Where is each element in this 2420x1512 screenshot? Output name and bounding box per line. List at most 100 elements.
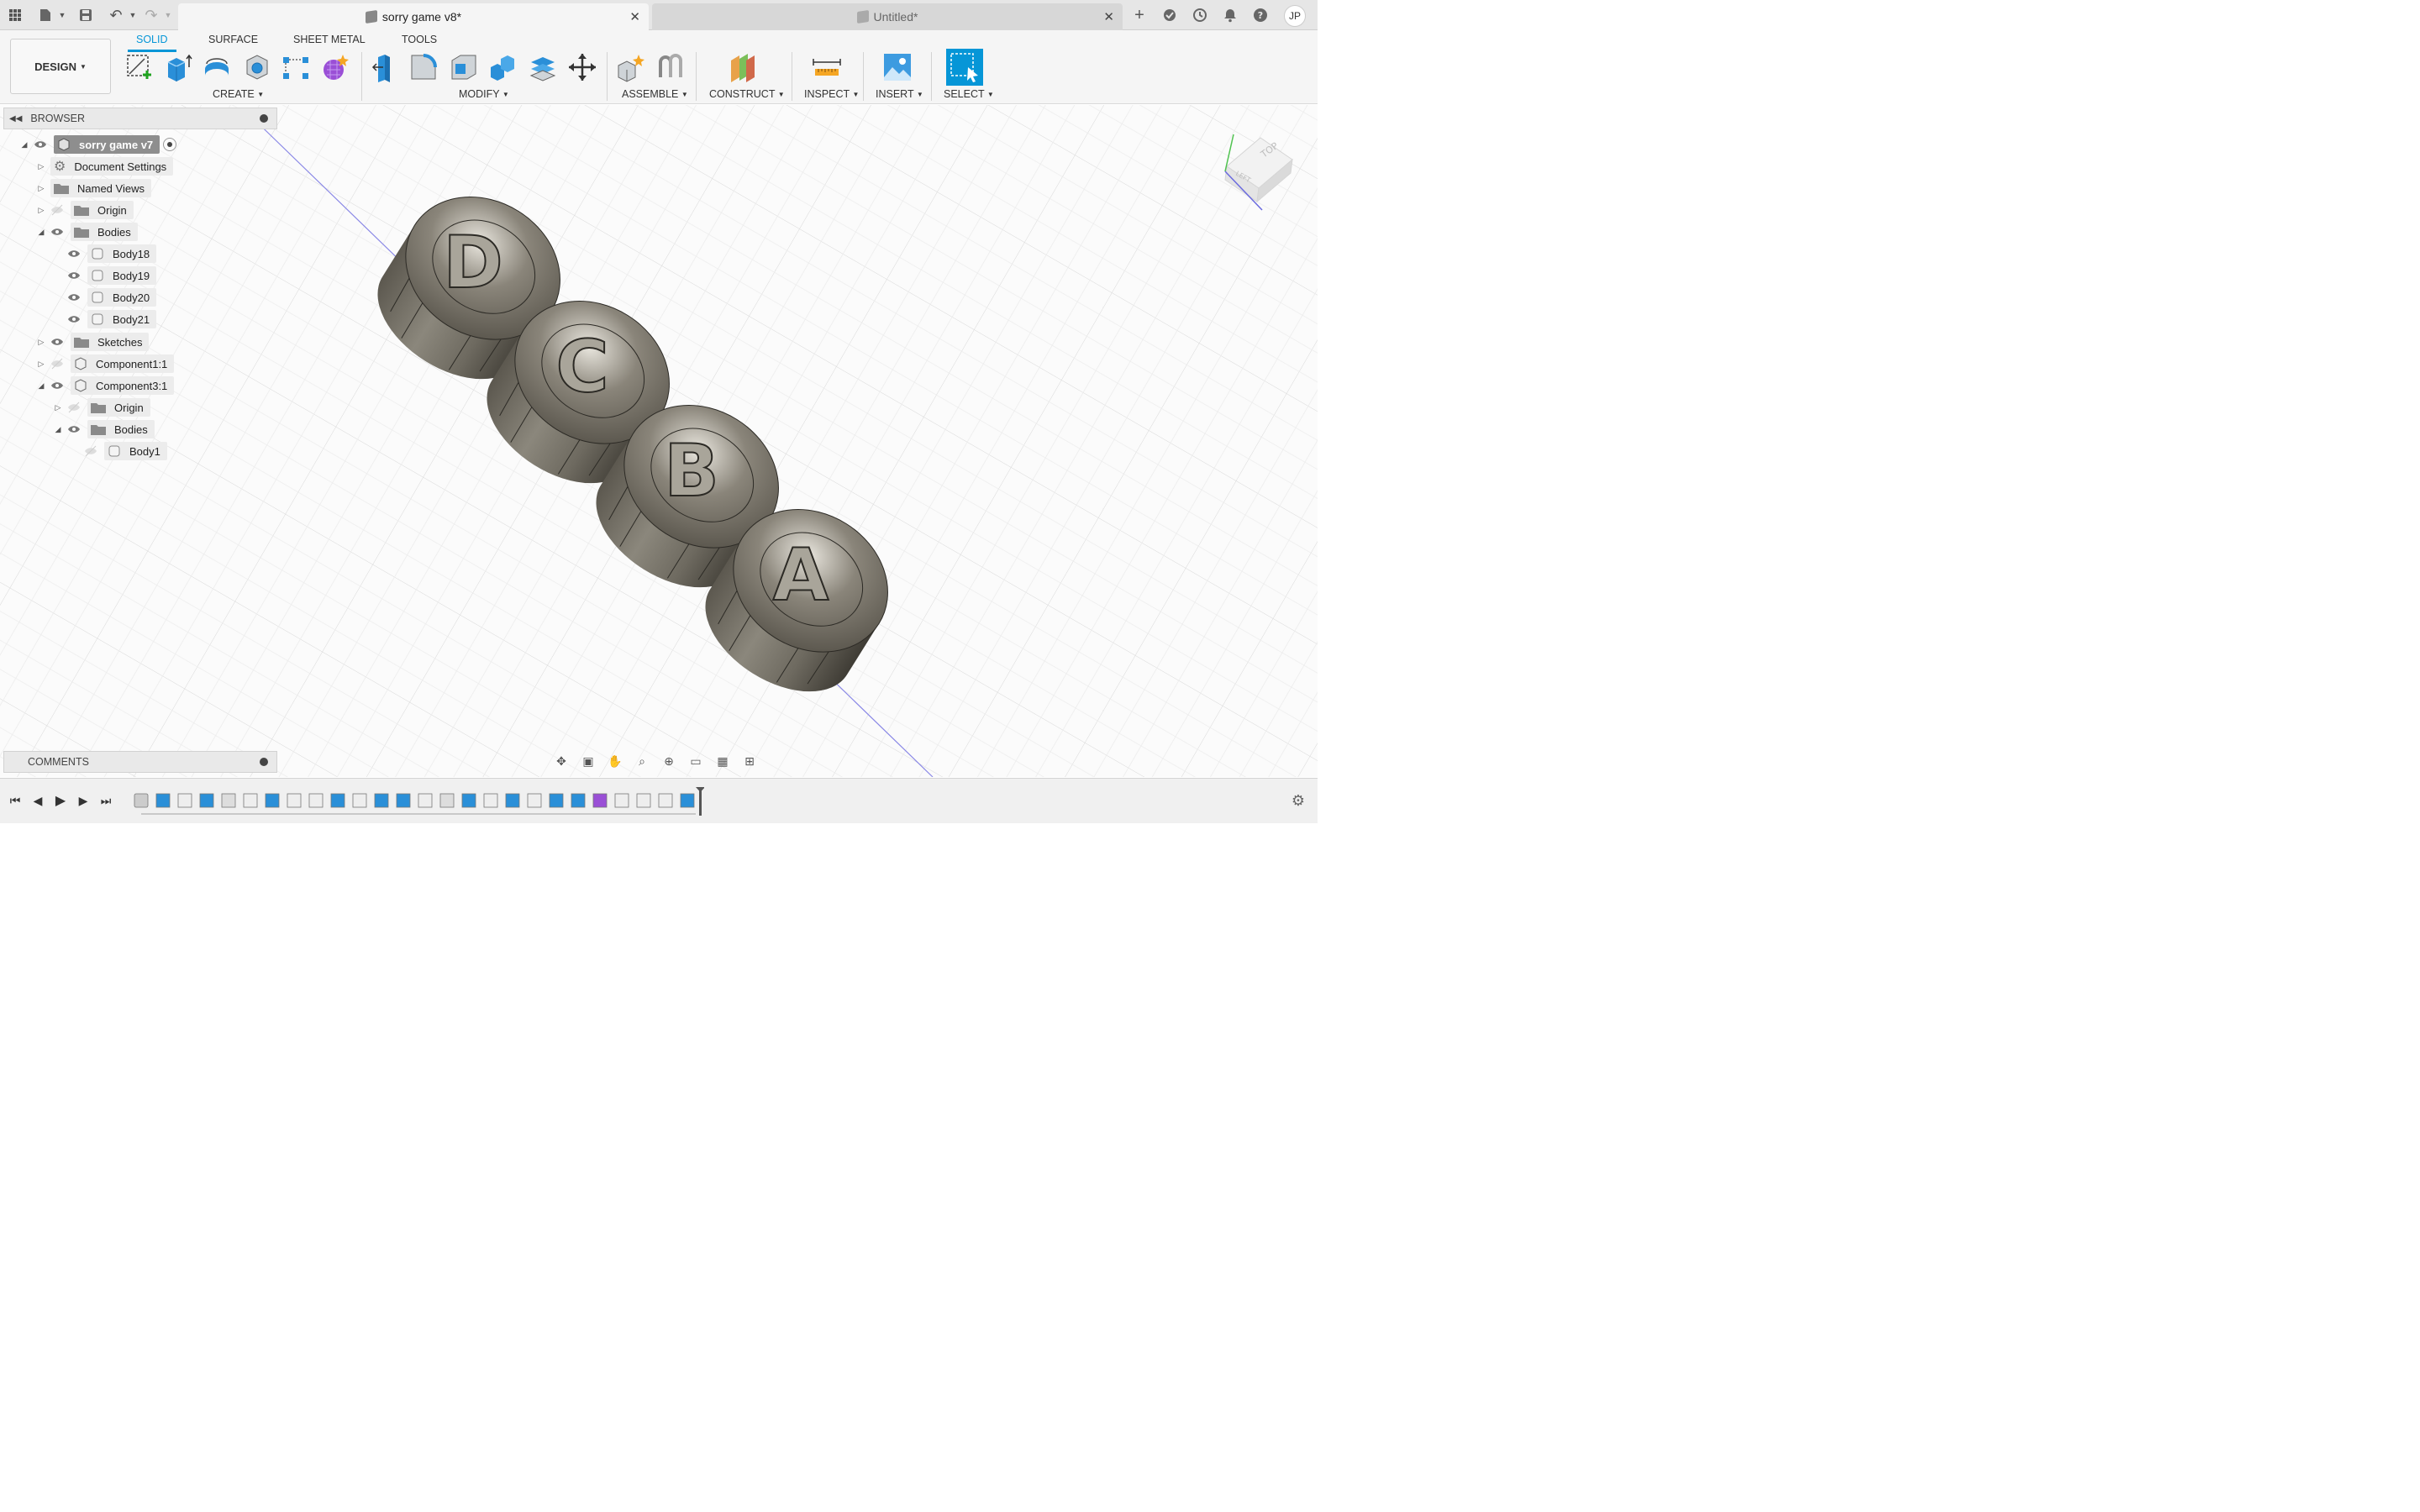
activate-component-icon[interactable] xyxy=(163,138,177,151)
modify-menu[interactable]: MODIFY ▼ xyxy=(459,88,509,100)
press-pull-icon[interactable] xyxy=(370,52,400,82)
extrude-icon[interactable] xyxy=(163,52,193,82)
revolve-icon[interactable] xyxy=(202,52,232,82)
viewports-icon[interactable]: ⊞ xyxy=(738,752,761,770)
collapse-arrow-icon[interactable]: ◢ xyxy=(35,381,47,391)
create-menu[interactable]: CREATE ▼ xyxy=(213,88,264,100)
tree-item-body21[interactable]: Body21 xyxy=(67,310,157,328)
tab-untitled[interactable]: Untitled* ✕ xyxy=(652,3,1123,30)
notifications-bell-icon[interactable] xyxy=(1222,7,1239,24)
grid-settings-icon[interactable]: ▦ xyxy=(711,752,734,770)
eye-hidden-icon[interactable] xyxy=(50,358,66,370)
assemble-menu[interactable]: ASSEMBLE ▼ xyxy=(622,88,688,100)
create-sketch-icon[interactable] xyxy=(124,52,155,82)
offset-face-icon[interactable] xyxy=(528,52,558,82)
tab-sheet-metal[interactable]: SHEET METAL xyxy=(293,34,366,45)
step-back-icon[interactable]: ◀ xyxy=(29,792,46,809)
fillet-icon[interactable] xyxy=(408,52,439,82)
close-icon[interactable]: ✕ xyxy=(629,9,640,24)
eye-icon[interactable] xyxy=(50,380,66,391)
tree-root[interactable]: ◢ sorry game v7 xyxy=(18,135,177,154)
move-copy-icon[interactable] xyxy=(567,52,597,82)
add-comment-icon[interactable] xyxy=(260,758,268,766)
expand-arrow-icon[interactable]: ▷ xyxy=(52,403,64,412)
expand-arrow-icon[interactable]: ▷ xyxy=(35,338,47,347)
zoom-icon[interactable]: ⌕ xyxy=(630,752,654,770)
tree-item-body20[interactable]: Body20 xyxy=(67,288,157,307)
tab-tools[interactable]: TOOLS xyxy=(402,34,437,45)
eye-icon[interactable] xyxy=(67,423,82,435)
insert-menu[interactable]: INSERT ▼ xyxy=(876,88,923,100)
tree-item-body19[interactable]: Body19 xyxy=(67,266,157,285)
tree-item-document-settings[interactable]: ▷ ⚙ Document Settings xyxy=(35,157,174,176)
construct-menu[interactable]: CONSTRUCT ▼ xyxy=(709,88,785,100)
collapse-panel-icon[interactable]: ◀◀ xyxy=(9,114,22,123)
new-component-icon[interactable] xyxy=(615,52,645,82)
tree-item-component3[interactable]: ◢ Component3:1 xyxy=(35,376,175,395)
tree-item-body1[interactable]: Body1 xyxy=(84,442,167,460)
expand-arrow-icon[interactable]: ▷ xyxy=(35,184,47,193)
tree-item-origin[interactable]: ▷ Origin xyxy=(35,201,134,219)
workspace-switcher-button[interactable]: DESIGN ▼ xyxy=(10,39,111,94)
eye-icon[interactable] xyxy=(67,248,82,260)
chevron-down-icon[interactable]: ▼ xyxy=(160,7,176,24)
redo-icon[interactable]: ↷ xyxy=(143,7,160,24)
select-icon[interactable] xyxy=(946,49,983,86)
pin-icon[interactable] xyxy=(260,114,268,123)
eye-hidden-icon[interactable] xyxy=(84,445,99,457)
tab-solid[interactable]: SOLID xyxy=(128,34,176,52)
chevron-down-icon[interactable]: ▼ xyxy=(124,7,141,24)
canvas-viewport[interactable]: D C B A TOP LEFT xyxy=(0,105,1318,777)
expand-arrow-icon[interactable]: ▷ xyxy=(35,162,47,171)
tree-item-sketches[interactable]: ▷ Sketches xyxy=(35,333,150,351)
look-at-icon[interactable]: ▣ xyxy=(576,752,600,770)
save-icon[interactable] xyxy=(77,7,94,24)
close-icon[interactable]: ✕ xyxy=(1103,9,1114,24)
orbit-icon[interactable]: ✥ xyxy=(550,752,573,770)
combine-icon[interactable] xyxy=(487,52,518,82)
hole-icon[interactable] xyxy=(242,52,272,82)
tab-sorry-game[interactable]: sorry game v8* ✕ xyxy=(178,3,649,30)
eye-icon[interactable] xyxy=(67,291,82,303)
create-form-icon[interactable] xyxy=(319,52,350,82)
tree-item-component3-origin[interactable]: ▷ Origin xyxy=(52,398,150,417)
timeline-features[interactable] xyxy=(133,787,704,817)
display-settings-icon[interactable]: ▭ xyxy=(684,752,708,770)
tree-item-named-views[interactable]: ▷ Named Views xyxy=(35,179,151,197)
play-icon[interactable]: ▶ xyxy=(52,792,69,809)
eye-icon[interactable] xyxy=(50,226,66,238)
comments-panel[interactable]: COMMENTS xyxy=(3,751,277,773)
tree-item-bodies[interactable]: ◢ Bodies xyxy=(35,223,138,241)
fit-icon[interactable]: ⊕ xyxy=(657,752,681,770)
select-menu[interactable]: SELECT ▼ xyxy=(944,88,994,100)
eye-icon[interactable] xyxy=(34,139,49,150)
eye-hidden-icon[interactable] xyxy=(67,402,82,413)
undo-icon[interactable]: ↶ xyxy=(108,7,124,24)
eye-icon[interactable] xyxy=(50,336,66,348)
joint-icon[interactable] xyxy=(655,52,686,82)
step-forward-icon[interactable]: ▶ xyxy=(75,792,92,809)
browser-header[interactable]: ◀◀ BROWSER xyxy=(3,108,277,129)
go-to-end-icon[interactable]: ⏭ xyxy=(97,792,114,809)
apps-grid-icon[interactable] xyxy=(7,7,24,24)
shell-icon[interactable] xyxy=(449,52,479,82)
pan-hand-icon[interactable]: ✋ xyxy=(603,752,627,770)
expand-arrow-icon[interactable]: ▷ xyxy=(35,360,47,369)
tree-item-body18[interactable]: Body18 xyxy=(67,244,157,263)
root-component-box[interactable]: sorry game v7 xyxy=(54,135,160,154)
help-icon[interactable]: ? xyxy=(1252,7,1269,24)
tree-item-component1[interactable]: ▷ Component1:1 xyxy=(35,354,175,373)
collapse-arrow-icon[interactable]: ◢ xyxy=(52,425,64,434)
file-menu-icon[interactable] xyxy=(37,7,54,24)
inspect-menu[interactable]: INSPECT ▼ xyxy=(804,88,859,100)
measure-icon[interactable] xyxy=(812,52,842,82)
user-avatar[interactable]: JP xyxy=(1284,5,1306,27)
job-status-icon[interactable] xyxy=(1192,7,1208,24)
eye-icon[interactable] xyxy=(67,270,82,281)
extensions-icon[interactable] xyxy=(1161,7,1178,24)
offset-plane-icon[interactable] xyxy=(728,52,758,82)
tree-item-component3-bodies[interactable]: ◢ Bodies xyxy=(52,420,155,438)
eye-icon[interactable] xyxy=(67,313,82,325)
go-to-start-icon[interactable]: ⏮ xyxy=(7,792,24,809)
collapse-arrow-icon[interactable]: ◢ xyxy=(18,140,30,150)
